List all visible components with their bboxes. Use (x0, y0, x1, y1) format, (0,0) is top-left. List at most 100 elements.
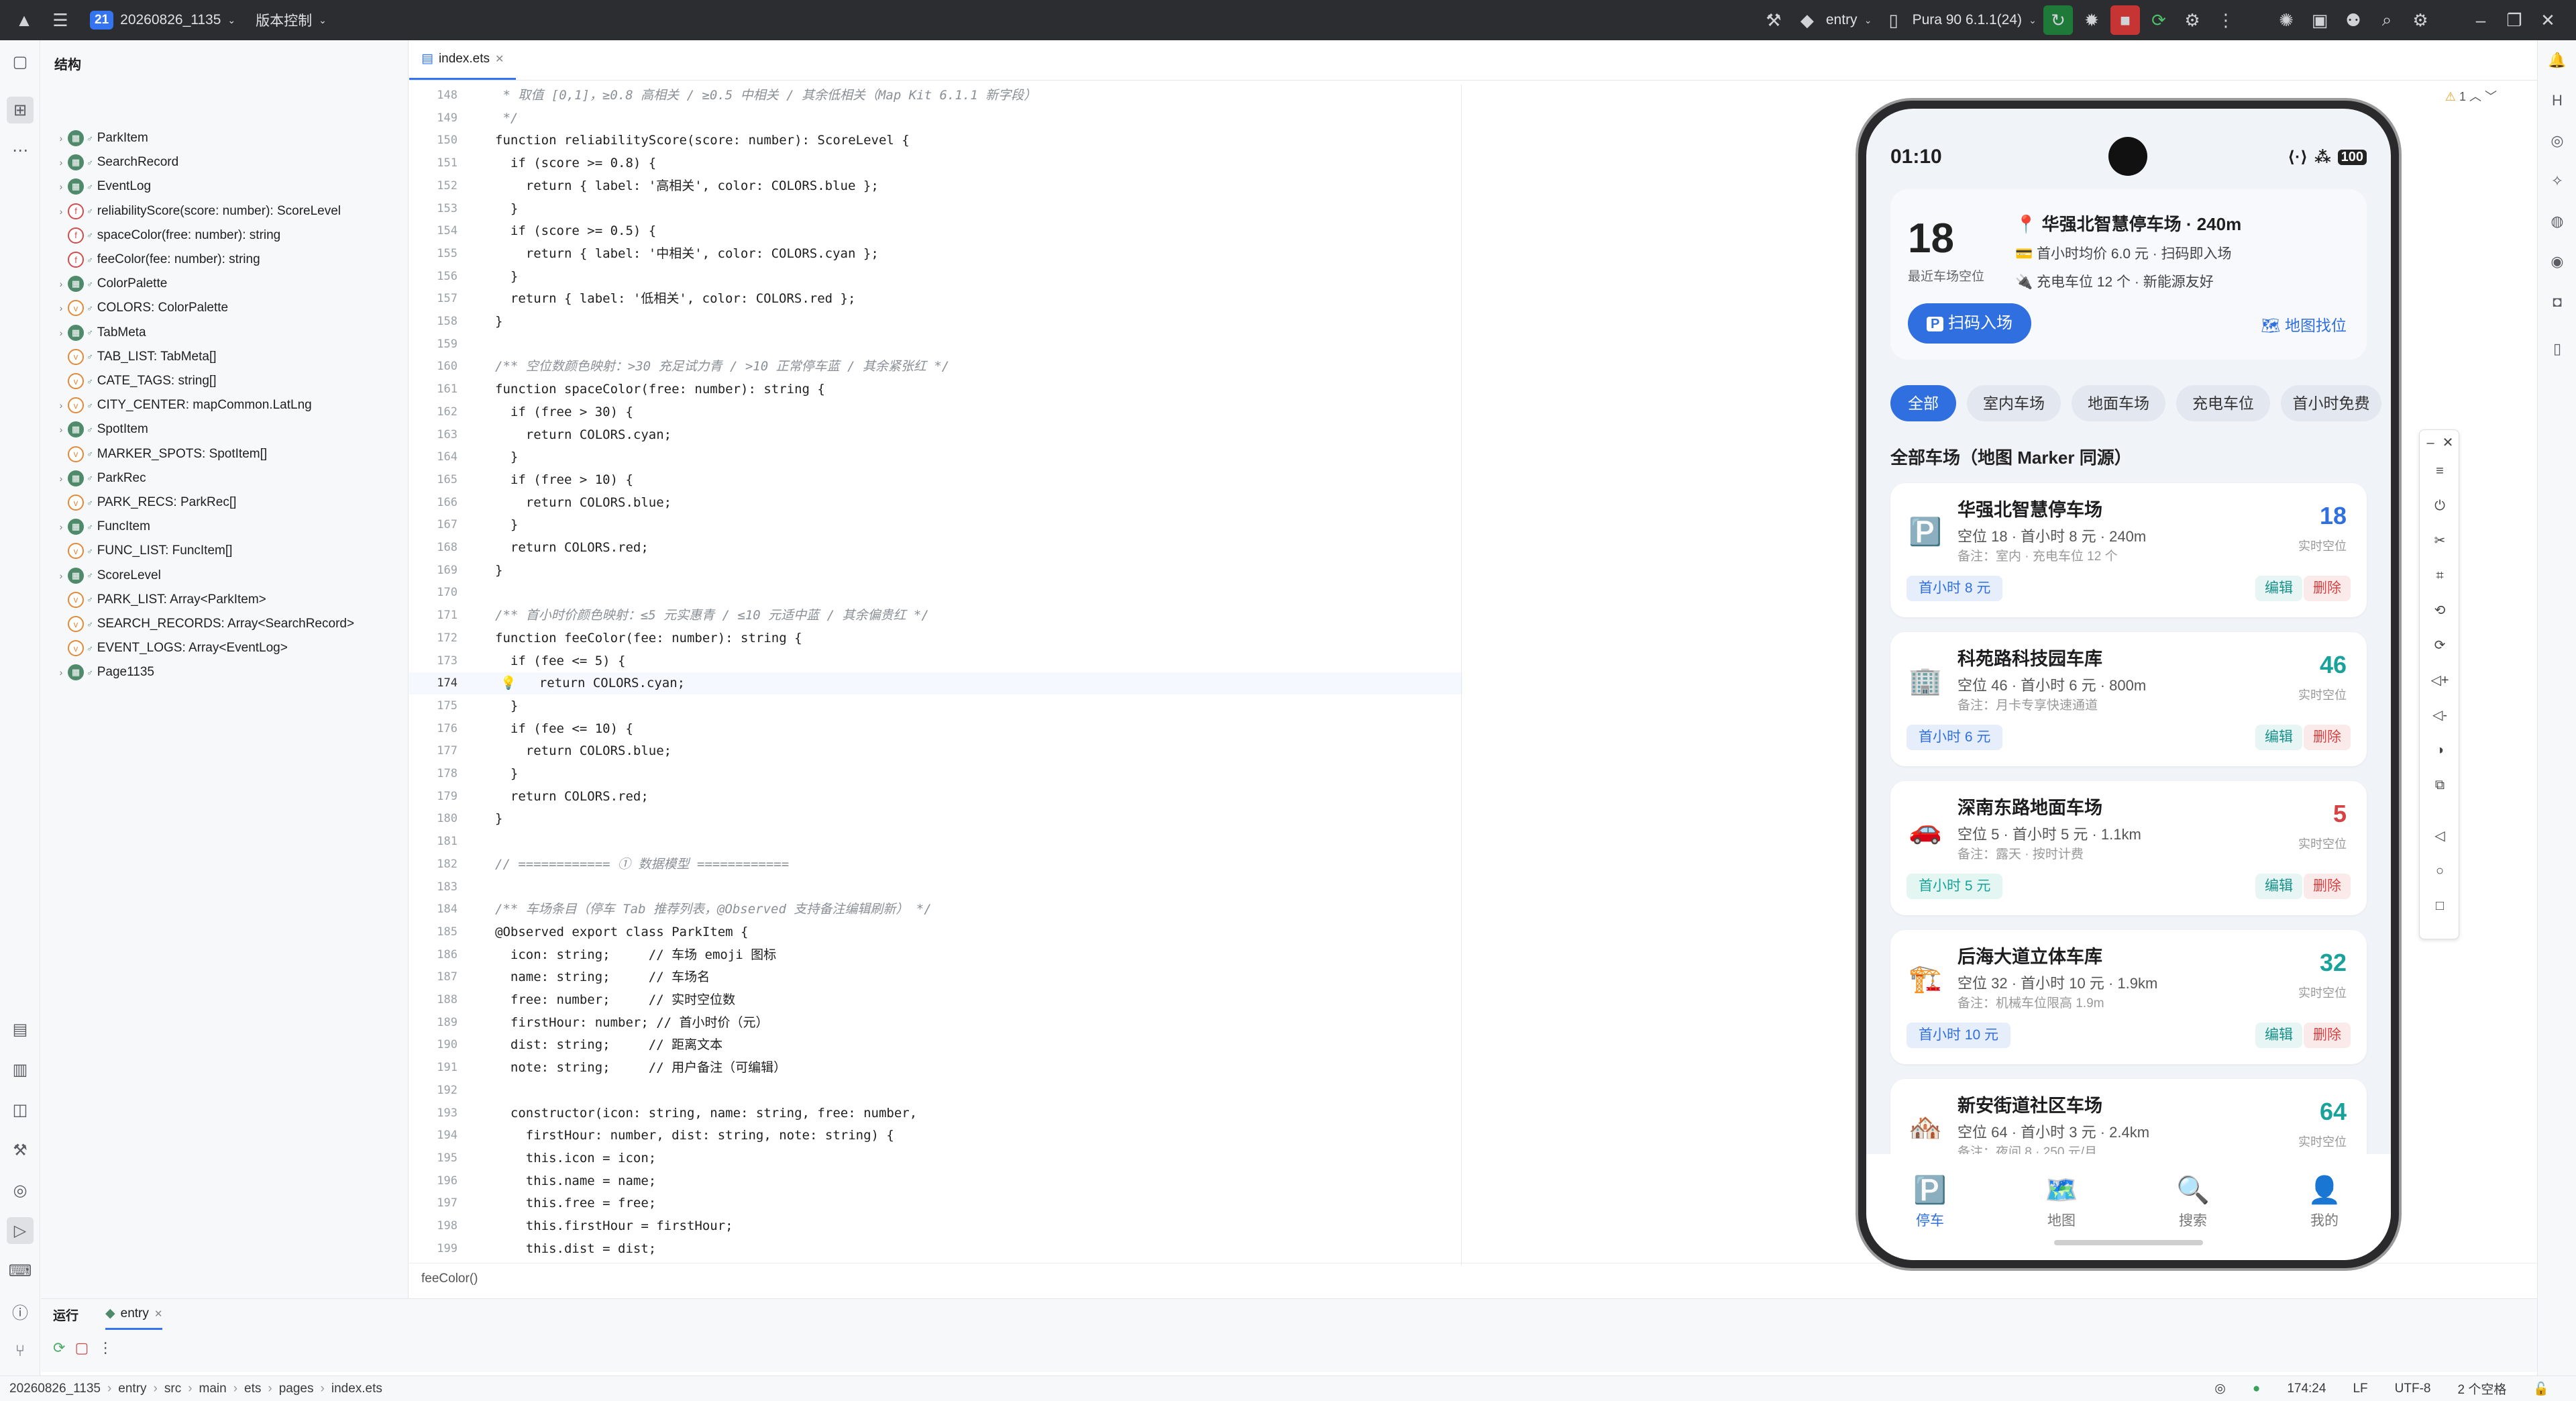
code-line[interactable]: 182 // ============ ① 数据模型 ============ (409, 853, 1462, 876)
code-line[interactable]: 180} (409, 808, 1462, 830)
filter-chip[interactable]: 室内车场 (1967, 385, 2061, 421)
notifications-icon[interactable]: 🔔 (2544, 47, 2571, 74)
edit-button[interactable]: 编辑 (2255, 874, 2302, 899)
filter-chip[interactable]: 充电车位 (2176, 385, 2270, 421)
more-tools-icon[interactable]: ⋯ (7, 137, 34, 164)
code-line[interactable]: 163 return COLORS.cyan; (409, 424, 1462, 446)
structure-item[interactable]: v ♂ PARK_RECS: ParkRec[] (54, 490, 236, 515)
services-icon[interactable]: ◎ (7, 1177, 34, 1204)
code-line[interactable]: 154 if (score >= 0.5) { (409, 220, 1462, 242)
menu-icon[interactable]: ≡ (2430, 461, 2450, 481)
breadcrumb-item[interactable]: pages (279, 1382, 314, 1396)
delete-button[interactable]: 删除 (2304, 576, 2351, 601)
stop-icon[interactable]: ■ (2110, 5, 2140, 35)
structure-item[interactable]: › ▦ ♂ TabMeta (54, 321, 146, 345)
device-manager-icon[interactable]: ▯ (2544, 335, 2571, 362)
structure-icon[interactable]: ⊞ (7, 97, 34, 123)
structure-item[interactable]: › ▦ ♂ EventLog (54, 174, 151, 199)
code-area[interactable]: 148 * 取值 [0,1]，≥0.8 高相关 / ≥0.5 中相关 / 其余低… (409, 85, 1462, 1265)
park-card[interactable]: 🅿️ 华强北智慧停车场 空位 18 · 首小时 8 元 · 240m 备注：室内 · … (1890, 483, 2367, 617)
eye-icon[interactable]: ◉ (2544, 248, 2571, 275)
code-line[interactable]: 165 if (free > 10) { (409, 469, 1462, 491)
filter-chip[interactable]: 首小时免费 (2281, 385, 2381, 421)
delete-button[interactable]: 删除 (2304, 1023, 2351, 1048)
code-line[interactable]: 148 * 取值 [0,1]，≥0.8 高相关 / ≥0.5 中相关 / 其余低… (409, 85, 1462, 107)
indent-setting[interactable]: 2 个空格 (2457, 1380, 2506, 1398)
structure-item[interactable]: v ♂ SEARCH_RECORDS: Array<SearchRecord> (54, 612, 354, 636)
layers-icon[interactable]: ▥ (7, 1056, 34, 1083)
run-config-tab[interactable]: ◆ entry ✕ (105, 1299, 163, 1330)
expand-arrow-icon[interactable]: › (54, 327, 68, 338)
close-icon[interactable]: ✕ (154, 1308, 163, 1320)
edit-button[interactable]: 编辑 (2255, 725, 2302, 750)
recents-icon[interactable]: □ (2430, 896, 2450, 916)
rotate-icon[interactable]: ⟲ (2430, 601, 2450, 621)
code-line[interactable]: 173 if (fee <= 5) { (409, 650, 1462, 672)
code-line[interactable]: 160 /** 空位数颜色映射：>30 充足试力青 / >10 正常停车蓝 / 其… (409, 356, 1462, 378)
code-line[interactable]: 157 return { label: '低相关', color: COLORS… (409, 288, 1462, 310)
filter-chip[interactable]: 地面车场 (2072, 385, 2165, 421)
structure-item[interactable]: v ♂ CATE_TAGS: string[] (54, 369, 216, 393)
hot-reload-icon[interactable]: ⟳ (2144, 5, 2174, 35)
module-selector[interactable]: entry (1826, 12, 1858, 28)
close-icon[interactable]: ✕ (2533, 5, 2563, 35)
expand-arrow-icon[interactable]: › (54, 667, 68, 678)
account-icon[interactable]: ⚉ (2339, 5, 2368, 35)
code-line[interactable]: 159 (409, 333, 1462, 356)
structure-item[interactable]: › ▦ ♂ ParkItem (54, 126, 148, 150)
breadcrumb-item[interactable]: ets (244, 1382, 261, 1396)
code-line[interactable]: 174 💡 return COLORS.cyan; (409, 672, 1462, 695)
pin-icon[interactable]: ✂ (2430, 531, 2450, 551)
previewer-icon[interactable]: ◎ (2544, 127, 2571, 154)
terminal-icon[interactable]: ⌨ (7, 1257, 34, 1284)
structure-item[interactable]: › ▦ ♂ FuncItem (54, 515, 150, 539)
database-icon[interactable]: ◍ (2544, 208, 2571, 235)
code-line[interactable]: 199 this.dist = dist; (409, 1238, 1462, 1260)
code-line[interactable]: 176 if (fee <= 10) { (409, 718, 1462, 740)
log-icon[interactable]: ◫ (7, 1096, 34, 1123)
structure-item[interactable]: v ♂ FUNC_LIST: FuncItem[] (54, 539, 232, 563)
hammer-icon[interactable]: ⚒ (1759, 5, 1788, 35)
sdk-icon[interactable]: ✺ (2271, 5, 2301, 35)
edit-button[interactable]: 编辑 (2255, 1023, 2302, 1048)
power-icon[interactable]: ⏻ (2430, 496, 2450, 516)
expand-arrow-icon[interactable]: › (54, 133, 68, 144)
code-line[interactable]: 179 return COLORS.red; (409, 786, 1462, 808)
code-line[interactable]: 188 free: number; // 实时空位数 (409, 989, 1462, 1011)
code-line[interactable]: 187 name: string; // 车场名 (409, 966, 1462, 988)
scan-enter-button[interactable]: P 扫码入场 (1908, 303, 2032, 344)
delete-button[interactable]: 删除 (2304, 874, 2351, 899)
park-card[interactable]: 🏢 科苑路科技园车库 空位 46 · 首小时 6 元 · 800m 备注：月卡专享快速… (1890, 632, 2367, 766)
code-line[interactable]: 149 */ (409, 107, 1462, 129)
code-line[interactable]: 185 @Observed export class ParkItem { (409, 921, 1462, 943)
tab-0[interactable]: 🅿️ 停车 (1890, 1174, 1970, 1230)
code-line[interactable]: 184 /** 车场条目（停车 Tab 推荐列表，@Observed 支持备注编辑… (409, 898, 1462, 921)
run-panel-icon[interactable]: ▷ (7, 1217, 34, 1244)
rotate-right-icon[interactable]: ⟳ (2430, 635, 2450, 656)
structure-item[interactable]: › ▦ ♂ ColorPalette (54, 272, 167, 296)
map-find-button[interactable]: 🗺 地图找位 (2261, 313, 2347, 335)
park-card[interactable]: 🏗️ 后海大道立体车库 空位 32 · 首小时 10 元 · 1.9km 备注：机械车… (1890, 930, 2367, 1064)
code-line[interactable]: 177 return COLORS.blue; (409, 740, 1462, 762)
restore-icon[interactable]: ❐ (2500, 5, 2529, 35)
code-line[interactable]: 172 function feeColor(fee: number): strin… (409, 627, 1462, 650)
profiler-icon[interactable]: ⚙ (2178, 5, 2207, 35)
volume-down-icon[interactable]: ◁- (2430, 705, 2450, 725)
code-line[interactable]: 156 } (409, 266, 1462, 288)
code-line[interactable]: 195 this.icon = icon; (409, 1147, 1462, 1170)
filter-chip[interactable]: 全部 (1890, 385, 1956, 421)
code-line[interactable]: 155 return { label: '中相关', color: COLORS… (409, 243, 1462, 265)
structure-item[interactable]: › ▦ ♂ SearchRecord (54, 150, 178, 174)
delete-button[interactable]: 删除 (2304, 725, 2351, 750)
structure-item[interactable]: › ▦ ♂ ScoreLevel (54, 564, 161, 588)
park-card[interactable]: 🚗 深南东路地面车场 空位 5 · 首小时 5 元 · 1.1km 备注：露天 · 按… (1890, 781, 2367, 915)
code-line[interactable]: 166 return COLORS.blue; (409, 492, 1462, 514)
back-icon[interactable]: ◁ (2430, 826, 2450, 846)
tab-index-ets[interactable]: ▤ index.ets ✕ (409, 40, 517, 80)
device-selector[interactable]: Pura 90 6.1.1(24) (1913, 12, 2022, 28)
code-line[interactable]: 168 return COLORS.red; (409, 537, 1462, 559)
more-icon[interactable]: ⋮ (98, 1339, 113, 1357)
project-folder-icon[interactable]: ▢ (7, 48, 34, 75)
expand-arrow-icon[interactable]: › (54, 521, 68, 532)
settings-icon[interactable]: ⚙ (2406, 5, 2435, 35)
